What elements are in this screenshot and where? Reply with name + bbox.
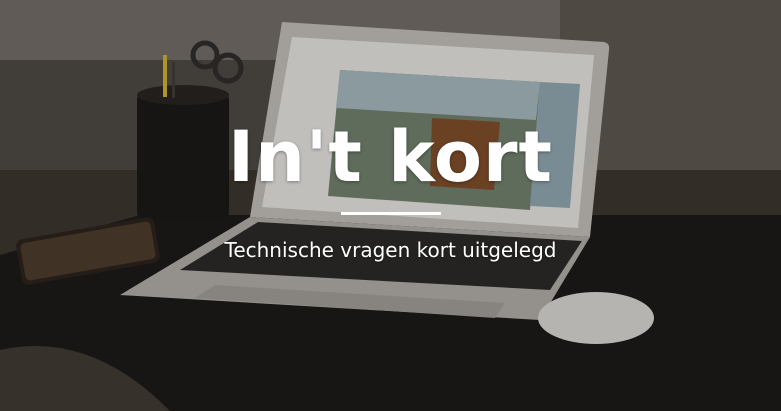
hero-subtitle: Technische vragen kort uitgelegd [224,238,557,262]
title-divider [341,212,441,215]
hero-title: In't kort [228,116,553,198]
dark-overlay [0,0,781,411]
hero-section: In't kort Technische vragen kort uitgele… [0,0,781,411]
